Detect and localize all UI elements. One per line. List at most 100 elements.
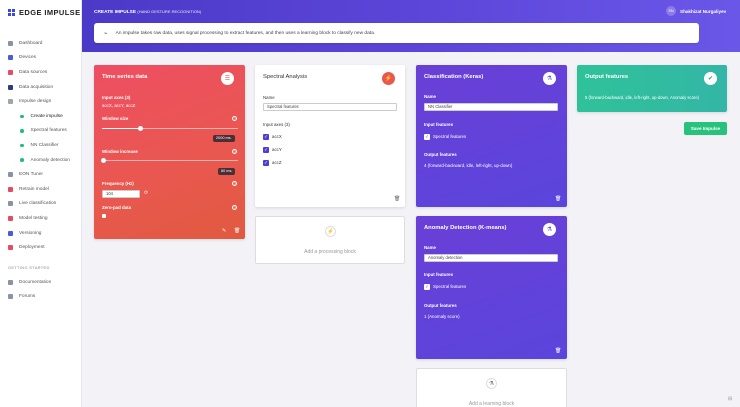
chat-icon[interactable]: ⊟ — [728, 396, 732, 402]
flask-icon: ⚗ — [543, 72, 556, 85]
nav-icon — [8, 172, 13, 178]
sidebar-item-create-impulse[interactable]: Create impulse — [0, 109, 82, 124]
trash-icon[interactable]: 🗑 — [555, 348, 561, 354]
slider-handle[interactable] — [100, 158, 106, 163]
axis-checkbox[interactable]: ✓ — [263, 134, 269, 140]
sidebar-item-eon-tuner[interactable]: EON Tuner — [0, 167, 82, 182]
save-impulse-button[interactable]: Save Impulse — [684, 122, 727, 135]
sidebar-item-live-classification[interactable]: Live classification — [0, 197, 82, 212]
avatar[interactable]: SN — [666, 6, 676, 16]
name-input[interactable]: NN Classifier — [424, 103, 558, 111]
input-axes-value: accX, accY, accZ — [102, 103, 136, 108]
axis-label: accZ — [272, 160, 282, 165]
window-increase-value: 80 ms. — [218, 168, 236, 175]
sidebar-item-devices[interactable]: Devices — [0, 51, 82, 66]
pulse-icon: ⌁ — [104, 30, 108, 37]
nav-icon — [8, 40, 13, 46]
sidebar-item-deployment[interactable]: Deployment — [0, 240, 82, 255]
spectral-analysis-block: Spectral Analysis ⚡ Name Spectral featur… — [255, 65, 405, 207]
logo-text: EDGE IMPULSE — [19, 8, 81, 17]
sidebar-item-label: Retrain model — [19, 186, 49, 192]
nav-icon — [8, 99, 13, 105]
sidebar-item-documentation[interactable]: Documentation — [0, 275, 82, 290]
zero-pad-checkbox[interactable] — [102, 214, 106, 218]
logo[interactable]: EDGE IMPULSE — [8, 8, 80, 17]
output-features-label: Output features — [424, 303, 457, 308]
page-subtitle: (HAND GESTURE RECOGNITION) — [137, 9, 202, 14]
sidebar-item-label: Dashboard — [19, 40, 43, 46]
zero-pad-label: Zero-pad data — [102, 205, 132, 210]
sidebar-item-impulse-design[interactable]: Impulse design — [0, 94, 82, 109]
block-title: Anomaly Detection (K-means) — [424, 225, 507, 231]
sidebar-item-label: Anomaly detection — [30, 157, 70, 163]
lightning-icon: ⚡ — [382, 72, 395, 85]
add-processing-label: Add a processing block — [304, 249, 356, 255]
nav-icon — [8, 55, 13, 61]
nav-icon — [8, 230, 13, 236]
sidebar-item-label: Documentation — [19, 279, 52, 285]
nav-icon — [8, 186, 13, 192]
feature-label: Spectral features — [433, 134, 467, 139]
nav-icon — [8, 215, 13, 221]
frequency-input[interactable]: 104 — [102, 190, 140, 198]
add-learning-block[interactable]: ⚗ Add a learning block — [416, 368, 567, 407]
edit-icon[interactable]: ✎ — [222, 228, 226, 234]
nav-icon — [8, 84, 13, 90]
input-axes-label: Input axes (3) — [263, 122, 290, 127]
status-dot-icon — [20, 158, 24, 162]
sidebar-item-dashboard[interactable]: Dashboard — [0, 36, 82, 51]
sidebar-item-label: Data acquisition — [19, 84, 54, 90]
axis-label: accY — [272, 147, 282, 152]
help-icon[interactable]: ? — [232, 116, 237, 121]
output-features-value: 4 (forward-backward, idle, left-right, u… — [424, 163, 513, 168]
add-learning-label: Add a learning block — [468, 401, 515, 407]
flask-icon: ⚗ — [543, 223, 556, 236]
sidebar-item-forums[interactable]: Forums — [0, 290, 82, 305]
section-title-getting-started: GETTING STARTED — [8, 265, 50, 270]
sidebar-item-nn-classifier[interactable]: NN Classifier — [0, 138, 82, 153]
sidebar-item-label: NN Classifier — [30, 142, 59, 148]
sidebar-item-model-testing[interactable]: Model testing — [0, 211, 82, 226]
nav-icon — [8, 201, 13, 207]
nav-icon — [8, 294, 13, 300]
window-size-value: 2000 ms. — [213, 135, 235, 142]
feature-checkbox[interactable]: ✓ — [424, 284, 430, 290]
help-icon[interactable]: ? — [232, 149, 237, 154]
logo-icon — [8, 8, 16, 17]
output-features-block: Output features ✔ 5 (forward-backward, i… — [577, 65, 727, 112]
feature-label: Spectral features — [433, 284, 467, 289]
help-icon[interactable]: ? — [232, 181, 237, 186]
block-title: Time series data — [102, 74, 148, 80]
refresh-icon[interactable]: ⟳ — [144, 190, 148, 196]
sidebar-nav-getting-started: Documentation Forums — [0, 275, 82, 304]
feature-checkbox[interactable]: ✓ — [424, 134, 430, 140]
slider-handle[interactable] — [137, 126, 143, 131]
name-label: Name — [424, 245, 436, 250]
trash-icon[interactable]: 🗑 — [234, 228, 240, 234]
add-processing-block[interactable]: ⚡ Add a processing block — [255, 216, 405, 264]
name-input[interactable]: Anomaly detection — [424, 254, 558, 262]
name-input[interactable]: Spectral features — [263, 103, 397, 111]
sidebar-item-label: Impulse design — [19, 99, 52, 105]
axis-label: accX — [272, 134, 282, 139]
sidebar-item-label: Model testing — [19, 215, 48, 221]
sidebar-item-data-sources[interactable]: Data sources — [0, 65, 82, 80]
axis-checkbox[interactable]: ✓ — [263, 160, 269, 166]
trash-icon[interactable]: 🗑 — [394, 196, 400, 202]
sidebar-item-label: Data sources — [19, 69, 48, 75]
axis-checkbox[interactable]: ✓ — [263, 147, 269, 153]
user-name[interactable]: Shakhizat Nurgaliyev — [680, 9, 726, 14]
trash-icon[interactable]: 🗑 — [555, 196, 561, 202]
sidebar-item-retrain-model[interactable]: Retrain model — [0, 182, 82, 197]
help-icon[interactable]: ? — [232, 205, 237, 210]
sidebar-item-anomaly-detection[interactable]: Anomaly detection — [0, 153, 82, 168]
sidebar-item-data-acquisition[interactable]: Data acquisition — [0, 80, 82, 95]
sidebar-item-spectral-features[interactable]: Spectral features — [0, 124, 82, 139]
window-increase-slider[interactable] — [100, 158, 238, 163]
lightning-icon: ⚡ — [325, 226, 336, 237]
window-size-slider[interactable] — [102, 126, 238, 131]
window-increase-label: Window increase — [102, 149, 138, 154]
page-title: CREATE IMPULSE (HAND GESTURE RECOGNITION… — [94, 9, 202, 15]
status-dot-icon — [20, 114, 24, 119]
sidebar-item-versioning[interactable]: Versioning — [0, 226, 82, 241]
